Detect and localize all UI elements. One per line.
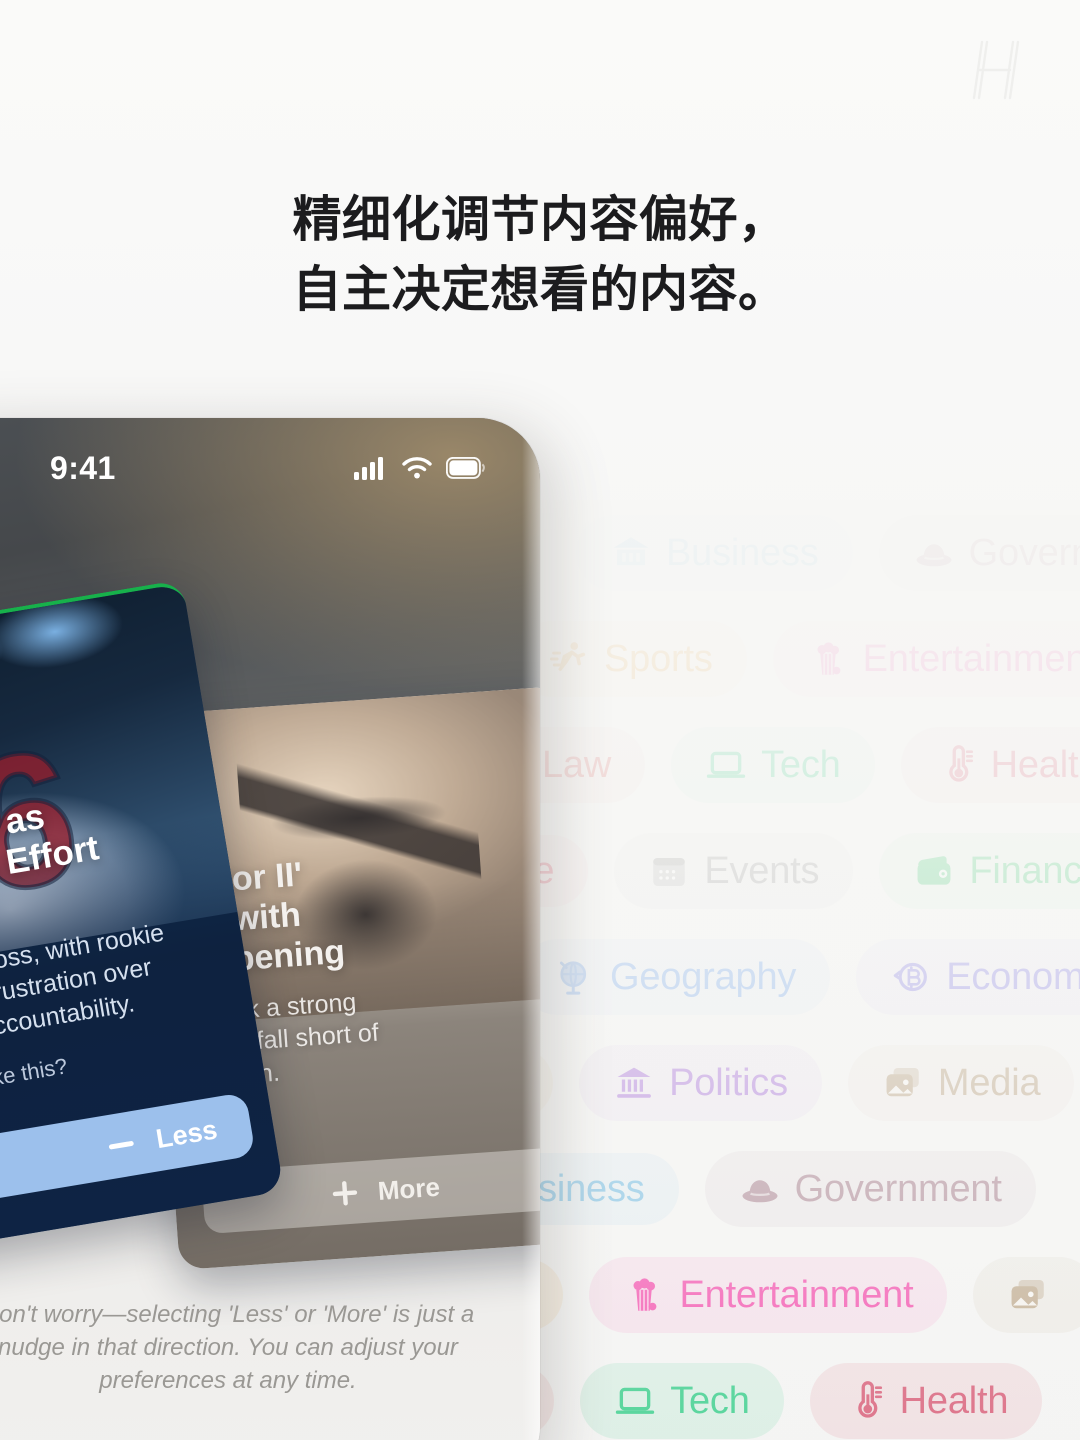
category-chip-entertainment[interactable]: Entertainment bbox=[589, 1257, 948, 1333]
category-chip-row: Sports Entertainment bbox=[514, 606, 1080, 712]
category-chip-label: Media bbox=[937, 1062, 1041, 1104]
photo-icon bbox=[882, 1062, 924, 1104]
category-chip-row: BusinessGovernment bbox=[498, 1136, 1080, 1242]
category-chip-row: CrimeEventsFinance bbox=[498, 818, 1080, 924]
category-chip-finance[interactable]: Finance bbox=[879, 833, 1080, 909]
category-chip-label: Geography bbox=[610, 956, 797, 998]
category-chip-government[interactable]: Government bbox=[878, 515, 1080, 591]
bitcoin-icon bbox=[890, 956, 932, 998]
category-chip-health[interactable]: Health bbox=[900, 727, 1080, 803]
category-chip-label: Health bbox=[899, 1380, 1009, 1422]
thermometer-icon bbox=[844, 1380, 886, 1422]
category-chip-label: Business bbox=[666, 532, 819, 574]
category-chip-row: cietyPoliticsMedia bbox=[498, 1030, 1080, 1136]
category-chip-tech[interactable]: Tech bbox=[580, 1363, 784, 1439]
category-chip-row: Geography Economics bbox=[520, 924, 1080, 1030]
category-chip-label: Politics bbox=[669, 1062, 788, 1104]
category-chip-row: awTechHealth bbox=[498, 1348, 1080, 1440]
laptop-icon bbox=[705, 744, 747, 786]
category-chip-label: Entertainment bbox=[679, 1274, 914, 1316]
category-chip-government[interactable]: Government bbox=[704, 1151, 1036, 1227]
museum-icon bbox=[613, 1062, 655, 1104]
page-title-line-2: 自主决定想看的内容。 bbox=[292, 262, 788, 317]
category-chip-label: Economics bbox=[946, 956, 1080, 998]
hat-icon bbox=[739, 1168, 781, 1210]
category-chip-entertainment[interactable]: Entertainment bbox=[772, 621, 1080, 697]
category-chip-row: Law Tech Health bbox=[498, 712, 1080, 818]
less-button-label: Less bbox=[153, 1113, 220, 1154]
category-chip-business[interactable]: Business bbox=[576, 515, 853, 591]
category-chip-row: portsEntertainment bbox=[498, 1242, 1080, 1348]
category-chip-tech[interactable]: Tech bbox=[671, 727, 875, 803]
category-chip-label: Entertainment bbox=[862, 638, 1080, 680]
category-chip-label: Tech bbox=[670, 1380, 750, 1422]
wallet-icon bbox=[913, 850, 955, 892]
category-chip-events[interactable]: Events bbox=[614, 833, 854, 909]
category-chip-icon[interactable] bbox=[973, 1257, 1080, 1333]
category-chip-label: Events bbox=[704, 850, 820, 892]
popcorn-icon bbox=[807, 638, 849, 680]
preference-footnote: Don't worry—selecting 'Less' or 'More' i… bbox=[0, 1301, 475, 1395]
runner-icon bbox=[548, 638, 590, 680]
popcorn-icon bbox=[623, 1274, 665, 1316]
laptop-icon bbox=[614, 1380, 656, 1422]
photo-icon bbox=[1007, 1274, 1049, 1316]
category-chip-label: Finance bbox=[969, 850, 1080, 892]
page-title: 精细化调节内容偏好， 自主决定想看的内容。 bbox=[0, 186, 1080, 325]
story-card-stack: liator II' ce with l Opening ' mark a st… bbox=[0, 418, 540, 1440]
h-monogram-logo bbox=[960, 34, 1032, 106]
category-chip-economics[interactable]: Economics bbox=[856, 939, 1080, 1015]
category-chip-politics[interactable]: Politics bbox=[579, 1045, 822, 1121]
calendar-icon bbox=[648, 850, 690, 892]
minus-icon bbox=[104, 1128, 139, 1163]
category-chip-row: Business Government bbox=[576, 500, 1080, 606]
bank-building-icon bbox=[610, 532, 652, 574]
category-chip-label: Sports bbox=[604, 638, 713, 680]
category-chip-media[interactable]: Media bbox=[847, 1045, 1075, 1121]
category-chip-label: Health bbox=[990, 744, 1080, 786]
more-button-label: More bbox=[376, 1171, 441, 1206]
page-title-line-1: 精细化调节内容偏好， bbox=[292, 193, 788, 247]
hat-icon bbox=[913, 532, 955, 574]
category-chip-label: Government bbox=[968, 532, 1080, 574]
thermometer-icon bbox=[935, 744, 977, 786]
phone-mockup: 9:41 liator II' ce with l Opening ' mark… bbox=[0, 418, 540, 1440]
category-chip-label: Law bbox=[542, 744, 612, 786]
plus-icon bbox=[329, 1177, 361, 1209]
globe-icon bbox=[554, 956, 596, 998]
category-chip-geography[interactable]: Geography bbox=[520, 939, 831, 1015]
category-chip-label: Government bbox=[794, 1168, 1002, 1210]
category-chip-health[interactable]: Health bbox=[809, 1363, 1043, 1439]
category-chip-label: Tech bbox=[761, 744, 841, 786]
category-chip-sports[interactable]: Sports bbox=[514, 621, 747, 697]
category-chip-field: BusinessGovernmentSportsEntertainmentLaw… bbox=[498, 500, 1080, 1440]
